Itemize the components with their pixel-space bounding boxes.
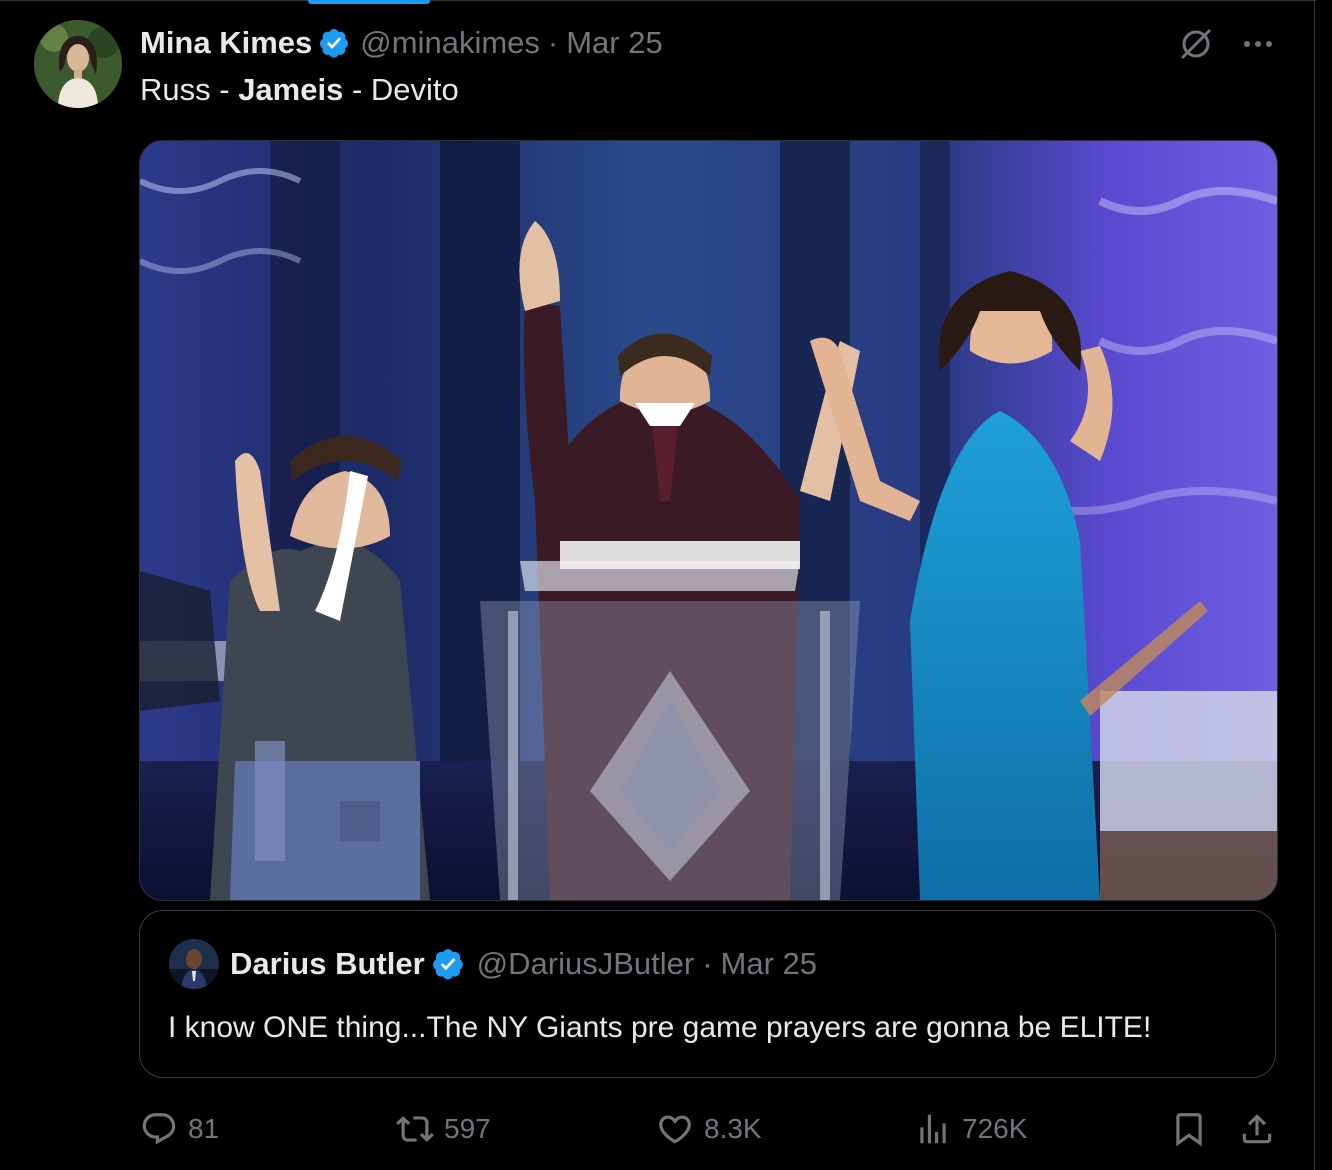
more-options-icon[interactable]	[1238, 28, 1278, 60]
grok-icon[interactable]	[1176, 24, 1216, 64]
quoted-author-avatar[interactable]	[169, 939, 219, 989]
quoted-tweet-header: Darius Butler @DariusJButler · Mar 25	[230, 943, 817, 985]
verified-badge-icon[interactable]	[431, 947, 465, 981]
separator-dot: ·	[547, 25, 559, 60]
quoted-author-display-name[interactable]: Darius Butler	[230, 946, 425, 982]
tweet-text-bold: Jameis	[238, 72, 344, 107]
tweet-text-part: - Devito	[343, 72, 459, 107]
author-avatar[interactable]	[34, 20, 122, 108]
reply-count: 81	[188, 1113, 220, 1144]
tweet-text: Russ - Jameis - Devito	[140, 72, 459, 108]
share-button[interactable]	[1238, 1104, 1276, 1154]
tweet-action-bar: 81 597 8.3K 726K	[0, 1104, 1316, 1154]
tweet-date[interactable]: Mar 25	[566, 25, 662, 61]
repost-button[interactable]: 597	[396, 1104, 491, 1154]
like-button[interactable]: 8.3K	[656, 1104, 762, 1154]
bookmark-icon	[1170, 1110, 1208, 1148]
tweet-text-part: Russ -	[140, 72, 239, 107]
tweet-header: Mina Kimes @minakimes · Mar 25	[140, 22, 663, 64]
repost-icon	[396, 1110, 434, 1148]
reply-button[interactable]: 81	[140, 1104, 219, 1154]
like-count: 8.3K	[704, 1113, 762, 1144]
views-button[interactable]: 726K	[914, 1104, 1027, 1154]
tweet[interactable]: Mina Kimes @minakimes · Mar 25 Russ - Ja…	[0, 0, 1316, 1170]
views-count: 726K	[962, 1113, 1028, 1144]
author-handle[interactable]: @minakimes	[360, 25, 540, 61]
verified-badge-icon[interactable]	[318, 27, 350, 59]
views-chart-icon	[914, 1110, 952, 1148]
quoted-tweet-date[interactable]: Mar 25	[721, 946, 817, 982]
repost-count: 597	[444, 1113, 491, 1144]
share-icon	[1238, 1110, 1276, 1148]
quoted-tweet[interactable]: Darius Butler @DariusJButler · Mar 25 I …	[139, 910, 1276, 1078]
quoted-tweet-text: I know ONE thing...The NY Giants pre gam…	[168, 1011, 1152, 1044]
reply-icon	[140, 1110, 178, 1148]
heart-icon	[656, 1110, 694, 1148]
bookmark-button[interactable]	[1170, 1104, 1208, 1154]
tweet-media-photo[interactable]	[139, 140, 1278, 901]
quoted-author-handle[interactable]: @DariusJButler	[477, 946, 695, 982]
author-display-name[interactable]: Mina Kimes	[140, 25, 312, 61]
separator-dot: ·	[702, 946, 713, 981]
